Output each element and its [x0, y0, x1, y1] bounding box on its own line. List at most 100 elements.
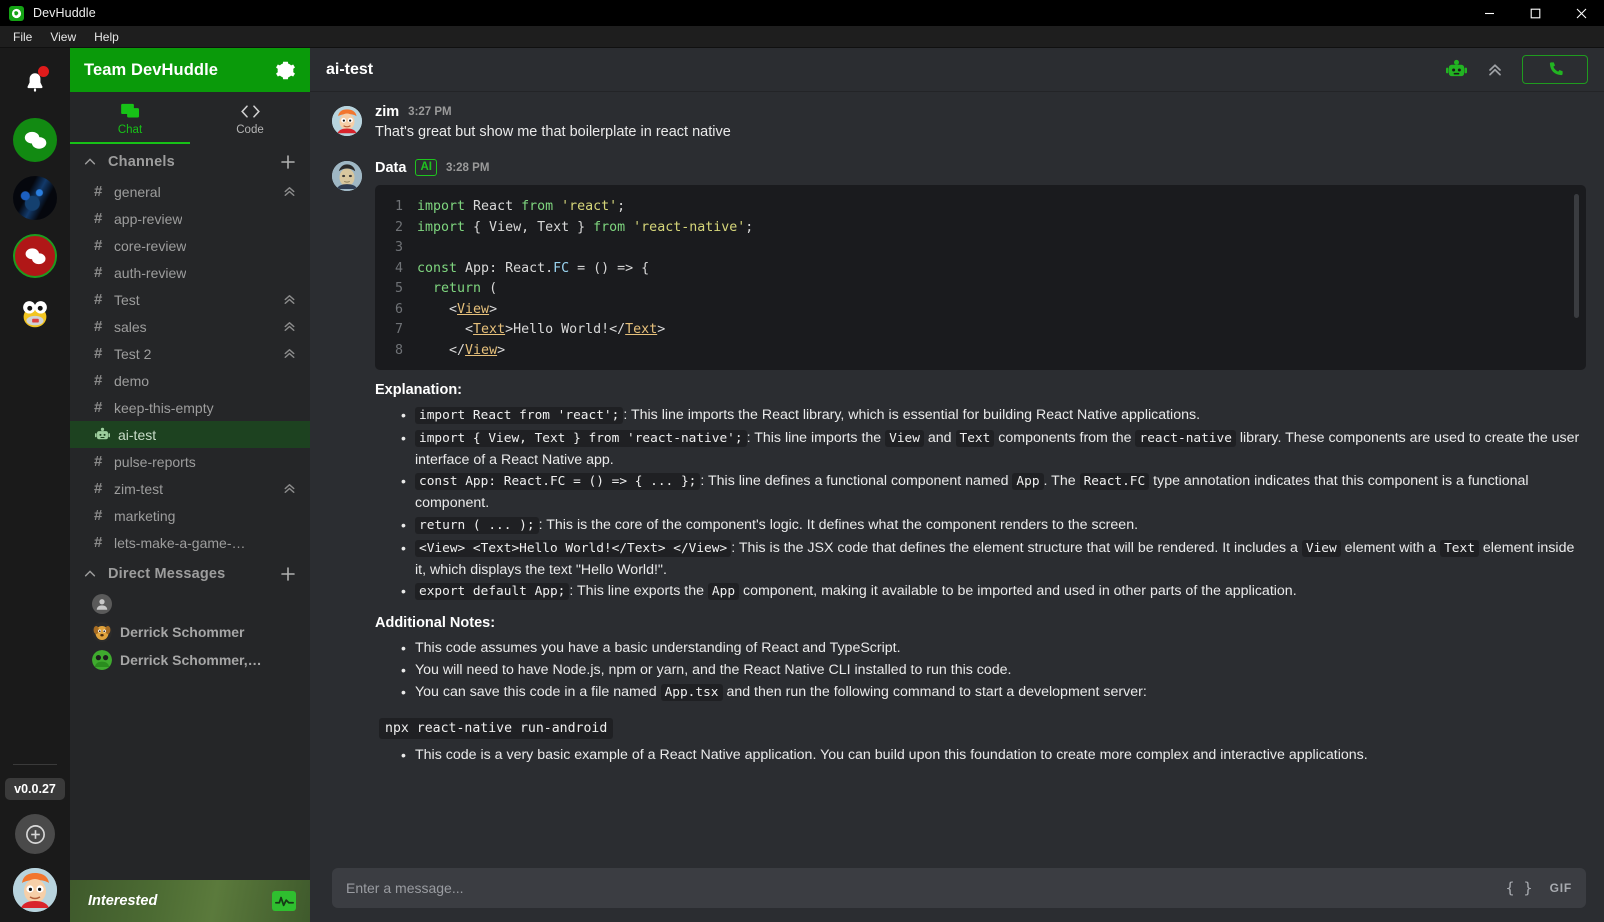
- dm-item[interactable]: [70, 590, 310, 618]
- sidebar-scroll[interactable]: Channels # general # app-review # core-review…: [70, 144, 310, 880]
- channel-label: keep-this-empty: [114, 399, 214, 416]
- menu-view[interactable]: View: [41, 27, 85, 47]
- code-text: <View>: [417, 301, 498, 317]
- code-line: 2 import { View, Text } from 'react-nativ…: [375, 218, 1586, 239]
- workspace-dragon[interactable]: [13, 176, 57, 220]
- inline-code: Text: [955, 429, 995, 447]
- sidebar-channel-test-2[interactable]: # Test 2: [70, 340, 310, 367]
- notification-bell-icon[interactable]: [14, 62, 56, 104]
- sidebar-channel-marketing[interactable]: # marketing: [70, 502, 310, 529]
- dm-section-header[interactable]: Direct Messages: [70, 556, 310, 590]
- sidebar-channel-app-review[interactable]: # app-review: [70, 205, 310, 232]
- call-button[interactable]: [1522, 55, 1588, 84]
- code-braces-icon[interactable]: { }: [1506, 879, 1533, 897]
- sidebar-channel-lets-make-a-game-[interactable]: # lets-make-a-game-…: [70, 529, 310, 556]
- double-chevron-up-icon[interactable]: [282, 319, 297, 334]
- line-number: 3: [394, 240, 403, 256]
- double-chevron-up-icon[interactable]: [282, 481, 297, 496]
- hash-icon: #: [94, 237, 103, 254]
- explanation-title: Explanation:: [375, 382, 463, 399]
- notification-badge: [38, 66, 49, 77]
- inline-code: App.tsx: [660, 683, 723, 701]
- maximize-icon[interactable]: [1512, 0, 1558, 26]
- message-list[interactable]: zim 3:27 PM That's great but show me tha…: [310, 92, 1604, 858]
- chevron-up-icon[interactable]: [83, 155, 97, 169]
- message-author: Data: [375, 159, 407, 176]
- menu-help[interactable]: Help: [85, 27, 128, 47]
- workspace-koopa[interactable]: [13, 292, 57, 336]
- sidebar-channel-demo[interactable]: # demo: [70, 367, 310, 394]
- sidebar-channel-pulse-reports[interactable]: # pulse-reports: [70, 448, 310, 475]
- double-chevron-up-icon[interactable]: [282, 184, 297, 199]
- inline-code: const App: React.FC = () => { ... };: [415, 473, 701, 491]
- hash-icon: #: [94, 480, 103, 497]
- ai-badge: AI: [415, 159, 437, 177]
- double-chevron-up-icon[interactable]: [282, 346, 297, 361]
- plus-circle-icon[interactable]: [15, 814, 55, 854]
- code-block[interactable]: 1 import React from 'react'; 2 import { Vie…: [375, 185, 1586, 371]
- message-item: zim 3:27 PM That's great but show me tha…: [332, 104, 1586, 143]
- sidebar-channel-test[interactable]: # Test: [70, 286, 310, 313]
- interested-banner[interactable]: Interested: [70, 880, 310, 922]
- code-line: 7 <Text>Hello World!</Text>: [375, 320, 1586, 341]
- main-panel: ai-test zim 3:27 PM That's great but sho…: [310, 48, 1604, 922]
- team-header: Team DevHuddle: [70, 48, 310, 92]
- sidebar-channel-keep-this-empty[interactable]: # keep-this-empty: [70, 394, 310, 421]
- workspace-chat[interactable]: [13, 118, 57, 162]
- double-chevron-up-icon[interactable]: [1486, 61, 1504, 79]
- tab-chat[interactable]: Chat: [70, 92, 190, 144]
- message-input[interactable]: [346, 880, 1506, 896]
- gear-icon[interactable]: [274, 59, 296, 81]
- dm-section-title: Direct Messages: [108, 566, 226, 582]
- channel-label: app-review: [114, 210, 183, 227]
- channel-label: ai-test: [118, 426, 157, 443]
- robot-icon[interactable]: [1445, 59, 1468, 80]
- add-channel-icon[interactable]: [279, 153, 297, 171]
- note-bullet: You can save this code in a file named A…: [375, 682, 1586, 704]
- close-icon[interactable]: [1558, 0, 1604, 26]
- workspace-rail: v0.0.27: [0, 48, 70, 922]
- channel-label: demo: [114, 372, 150, 389]
- tab-code[interactable]: Code: [190, 92, 310, 144]
- message-header: zim 3:27 PM: [375, 104, 1586, 120]
- dm-label: Derrick Schommer,…: [120, 652, 262, 668]
- inline-code: App: [1012, 473, 1044, 491]
- inline-code: export default App;: [415, 583, 570, 601]
- menu-file[interactable]: File: [4, 27, 41, 47]
- additional-notes-list: This code assumes you have a basic under…: [375, 638, 1586, 703]
- inline-code: View: [885, 429, 924, 447]
- dm-item[interactable]: Derrick Schommer: [70, 618, 310, 646]
- code-scrollbar[interactable]: [1574, 194, 1579, 319]
- sidebar-channel-sales[interactable]: # sales: [70, 313, 310, 340]
- dm-item[interactable]: Derrick Schommer,…: [70, 646, 310, 674]
- sidebar-channel-ai-test[interactable]: ai-test: [70, 421, 310, 448]
- user-avatar-icon[interactable]: [13, 868, 57, 912]
- channel-label: sales: [114, 318, 147, 335]
- add-dm-icon[interactable]: [279, 565, 297, 583]
- minimize-icon[interactable]: [1466, 0, 1512, 26]
- banner-label: Interested: [88, 893, 158, 909]
- workspace-alerts[interactable]: [13, 234, 57, 278]
- double-chevron-up-icon[interactable]: [282, 292, 297, 307]
- sidebar-channel-zim-test[interactable]: # zim-test: [70, 475, 310, 502]
- sidebar-channel-general[interactable]: # general: [70, 178, 310, 205]
- version-label: v0.0.27: [5, 778, 65, 800]
- gif-icon[interactable]: GIF: [1550, 881, 1572, 895]
- sidebar-channel-core-review[interactable]: # core-review: [70, 232, 310, 259]
- hash-icon: #: [94, 507, 103, 524]
- message-composer[interactable]: { } GIF: [332, 868, 1586, 908]
- command-snippet[interactable]: npx react-native run-android: [379, 717, 614, 739]
- inline-code: return ( ... );: [415, 517, 539, 534]
- rail-divider: [13, 764, 57, 765]
- channel-label: Test: [114, 291, 140, 308]
- chevron-up-icon[interactable]: [83, 567, 97, 581]
- blank-avatar-icon: [92, 594, 112, 614]
- line-number: 7: [394, 322, 403, 338]
- channels-section-header[interactable]: Channels: [70, 144, 310, 178]
- tab-code-label: Code: [236, 123, 264, 136]
- hash-icon: #: [94, 183, 103, 200]
- menu-bar: File View Help: [0, 26, 1604, 48]
- sidebar-channel-auth-review[interactable]: # auth-review: [70, 259, 310, 286]
- group-avatar-icon: [92, 650, 112, 670]
- inline-code: react-native: [1135, 429, 1236, 447]
